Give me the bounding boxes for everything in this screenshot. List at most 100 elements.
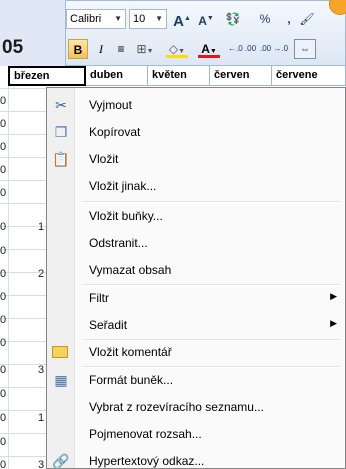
context-menu: ✂ Vyjmout ❐ Kopírovat 📋 Vložit Vložit ji… — [46, 87, 346, 469]
copy-icon: ❐ — [54, 124, 68, 140]
borders-button[interactable]: ⊞▼ — [132, 39, 158, 59]
name-box[interactable]: 05 — [2, 37, 23, 59]
mini-toolbar: Calibri ▼ 10 ▼ A▲ A▼ 💱 % , 🖌 B I ≡ ⊞▼ ◇▼… — [66, 0, 346, 66]
column-header-cerven[interactable]: červen — [210, 66, 272, 86]
merge-cells-icon: ⇔ — [300, 44, 310, 55]
grid-line — [8, 66, 9, 469]
menu-item-label: Vložit — [89, 152, 119, 166]
menu-item-insert-cells[interactable]: Vložit buňky... — [47, 204, 345, 228]
column-header-duben[interactable]: duben — [86, 66, 148, 86]
menu-item-label: Formát buněk... — [89, 373, 174, 387]
increase-decimal-icon: ←.0 .00 — [228, 44, 257, 53]
cell-value: 3 — [38, 364, 45, 376]
bold-icon: B — [73, 43, 83, 57]
cell-value: 0 — [0, 337, 7, 349]
format-painter-button[interactable]: 🖌 — [298, 9, 316, 29]
cell-value: 0 — [0, 314, 7, 326]
center-align-button[interactable]: ≡ — [112, 39, 130, 59]
grow-font-icon: A — [173, 13, 184, 30]
menu-item-cut[interactable]: ✂ Vyjmout — [47, 93, 345, 117]
comma-icon: , — [287, 12, 291, 26]
decrease-decimal-icon: .00 →.0 — [260, 44, 289, 53]
borders-icon: ⊞ — [136, 42, 147, 56]
increase-decimal-button[interactable]: ←.0 .00 — [228, 39, 256, 59]
menu-item-label: Vložit buňky... — [89, 209, 163, 223]
shrink-font-button[interactable]: A▼ — [197, 9, 215, 29]
menu-separator — [82, 366, 340, 368]
menu-item-copy[interactable]: ❐ Kopírovat — [47, 120, 345, 144]
align-center-icon: ≡ — [117, 42, 125, 56]
menu-separator — [82, 201, 340, 203]
column-header-brezen[interactable]: březen — [8, 66, 86, 86]
menu-item-label: Kopírovat — [89, 125, 141, 139]
italic-icon: I — [99, 42, 103, 56]
cell-value: 0 — [0, 95, 7, 107]
menu-item-label: Vložit komentář — [89, 345, 172, 359]
merge-center-button[interactable]: ⇔ — [294, 39, 316, 59]
font-name-value: Calibri — [70, 13, 102, 25]
cell-value: 3 — [38, 459, 45, 469]
cell-value: 0 — [0, 164, 7, 176]
cell-value: 0 — [0, 245, 7, 257]
fill-color-button[interactable]: ◇▼ — [164, 39, 190, 59]
comment-icon: ▭ — [52, 346, 68, 358]
cell-value: 0 — [0, 436, 7, 448]
cell-value: 0 — [0, 221, 7, 233]
menu-item-label: Vložit jinak... — [89, 179, 157, 193]
bold-button[interactable]: B — [68, 39, 88, 59]
menu-item-clear-contents[interactable]: Vymazat obsah — [47, 258, 345, 282]
font-color-icon: A — [201, 42, 210, 56]
submenu-arrow-icon: ▶ — [330, 291, 337, 301]
format-painter-icon: 🖌 — [299, 12, 315, 26]
menu-item-sort[interactable]: Seřadit ▶ — [47, 313, 345, 337]
paint-bucket-icon: ◇ — [168, 42, 179, 56]
mini-toolbar-row-2: B I ≡ ⊞▼ ◇▼ A▼ ←.0 .00 .00 →.0 ⇔ — [66, 37, 346, 63]
menu-item-label: Vybrat z rozevíracího seznamu... — [89, 400, 264, 414]
italic-button[interactable]: I — [92, 39, 110, 59]
menu-item-delete[interactable]: Odstranit... — [47, 231, 345, 255]
decrease-decimal-button[interactable]: .00 →.0 — [260, 39, 288, 59]
cell-value: 0 — [0, 364, 7, 376]
cell-value: 0 — [0, 187, 7, 199]
cell-value: 1 — [38, 412, 45, 424]
menu-separator — [82, 284, 340, 286]
menu-item-label: Odstranit... — [89, 236, 148, 250]
scissors-icon: ✂ — [55, 97, 67, 113]
comma-style-button[interactable]: , — [280, 9, 298, 29]
menu-item-insert-comment[interactable]: ▭ Vložit komentář — [47, 340, 345, 364]
percent-button[interactable]: % — [256, 9, 274, 29]
menu-item-filter[interactable]: Filtr ▶ — [47, 286, 345, 310]
menu-item-paste[interactable]: 📋 Vložit — [47, 147, 345, 171]
accounting-format-button[interactable]: 💱 — [220, 9, 246, 29]
percent-icon: % — [259, 12, 271, 26]
menu-item-hyperlink[interactable]: 🔗 Hypertextový odkaz... — [47, 449, 345, 469]
menu-item-pick-from-list[interactable]: Vybrat z rozevíracího seznamu... — [47, 395, 345, 419]
cell-value: 1 — [38, 221, 45, 233]
currency-icon: 💱 — [225, 12, 241, 26]
font-color-swatch — [198, 55, 220, 58]
font-color-button[interactable]: A▼ — [196, 39, 222, 59]
font-size-dropdown[interactable]: 10 ▼ — [129, 9, 167, 29]
grow-font-button[interactable]: A▲ — [173, 9, 191, 30]
cell-value: 0 — [0, 268, 7, 280]
menu-item-name-range[interactable]: Pojmenovat rozsah... — [47, 422, 345, 446]
menu-item-paste-special[interactable]: Vložit jinak... — [47, 174, 345, 198]
column-header-cervenec[interactable]: červene — [272, 66, 346, 86]
menu-item-label: Vymazat obsah — [89, 263, 172, 277]
cell-value: 0 — [0, 412, 7, 424]
cell-value: 0 — [0, 118, 7, 130]
chevron-down-icon: ▼ — [114, 14, 122, 23]
menu-item-label: Seřadit — [89, 318, 128, 332]
menu-item-format-cells[interactable]: ▦ Formát buněk... — [47, 368, 345, 392]
hyperlink-icon: 🔗 — [52, 453, 70, 469]
menu-item-label: Filtr — [89, 291, 109, 305]
column-header-kveten[interactable]: květen — [148, 66, 210, 86]
cell-value: 0 — [0, 291, 7, 303]
cell-value: 2 — [38, 268, 45, 280]
submenu-arrow-icon: ▶ — [330, 318, 337, 328]
mini-toolbar-row-1: Calibri ▼ 10 ▼ A▲ A▼ 💱 % , 🖌 — [66, 7, 346, 33]
fill-color-swatch — [166, 55, 188, 58]
font-name-dropdown[interactable]: Calibri ▼ — [66, 9, 126, 29]
menu-item-label: Hypertextový odkaz... — [89, 454, 205, 468]
shrink-font-icon: A — [198, 14, 207, 28]
